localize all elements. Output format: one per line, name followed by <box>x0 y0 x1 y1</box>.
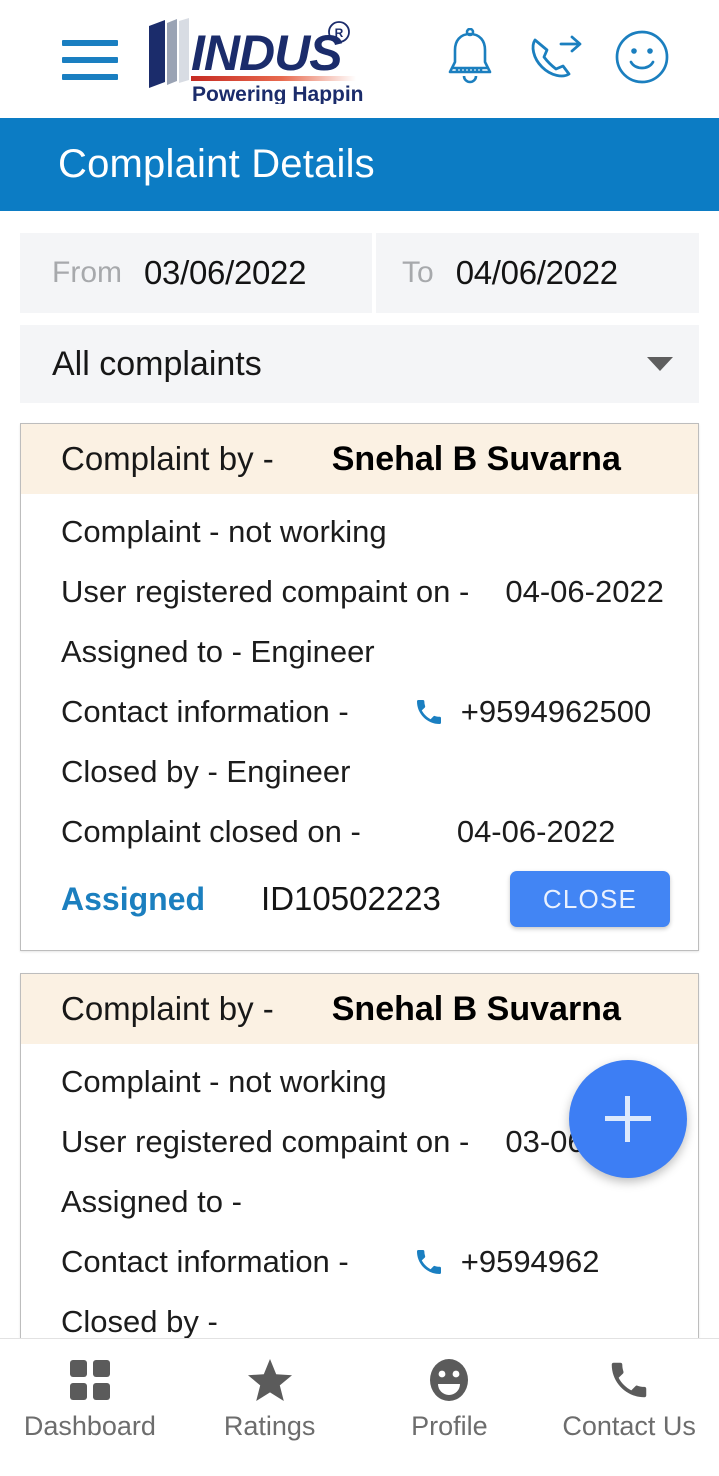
bottom-navigation: Dashboard Ratings Profile Contact Us <box>0 1338 719 1476</box>
closed-by-row: Closed by - <box>21 1292 698 1338</box>
complaint-type-row: Complaint - not working <box>21 502 698 562</box>
svg-text:Powering Happiness: Powering Happiness <box>192 83 363 104</box>
star-icon <box>246 1357 294 1403</box>
phone-icon <box>606 1357 652 1403</box>
header-icon-group <box>443 27 671 86</box>
closed-on-date: 04-06-2022 <box>456 814 616 849</box>
page-title: Complaint Details <box>58 142 375 186</box>
closed-on-label: Complaint closed on - <box>61 814 361 849</box>
add-complaint-button[interactable] <box>569 1060 687 1178</box>
date-range-row: From 03/06/2022 To 04/06/2022 <box>20 233 699 313</box>
registered-date-value: 04-06-2022 <box>505 574 664 609</box>
from-date-field[interactable]: From 03/06/2022 <box>20 233 372 313</box>
grid-icon <box>67 1357 113 1403</box>
registered-date-label: User registered compaint on - <box>61 1124 470 1159</box>
nav-item-dashboard[interactable]: Dashboard <box>0 1357 180 1442</box>
complaint-card-footer: Assigned ID10502223 CLOSE <box>21 862 698 944</box>
nav-label-dashboard: Dashboard <box>23 1411 156 1441</box>
complaint-id: ID10502223 <box>261 880 441 917</box>
to-date-field[interactable]: To 04/06/2022 <box>376 233 699 313</box>
registered-date-row: User registered compaint on - 04-06-2022 <box>21 562 698 622</box>
top-bar: INDUS R Powering Happiness <box>0 0 719 118</box>
complaint-type-label: Complaint - not working <box>61 514 387 549</box>
complaint-card-body: Complaint - not working User registered … <box>21 494 698 950</box>
svg-text:INDUS: INDUS <box>191 25 342 81</box>
complaint-by-label: Complaint by - <box>61 440 274 477</box>
chevron-down-icon[interactable] <box>647 357 673 371</box>
complaint-type-label: Complaint - not working <box>61 1064 387 1099</box>
closed-on-row: Complaint closed on - 04-06-2022 <box>21 802 698 862</box>
nav-label-contact-us: Contact Us <box>562 1411 696 1441</box>
from-date-label: From <box>52 256 122 289</box>
app-root: INDUS R Powering Happiness <box>0 0 719 1476</box>
page-title-bar: Complaint Details <box>0 118 719 211</box>
complaint-by-name: Snehal B Suvarna <box>331 439 621 478</box>
svg-text:R: R <box>335 26 344 40</box>
nav-label-ratings: Ratings <box>223 1411 316 1441</box>
phone-icon[interactable] <box>413 696 445 728</box>
to-date-label: To <box>402 256 434 289</box>
contact-info-label: Contact information - <box>61 694 349 729</box>
contact-info-row: Contact information - +9594962 <box>21 1232 698 1292</box>
complaint-list: Complaint by - Snehal B Suvarna Complain… <box>0 403 719 1338</box>
assigned-to-row: Assigned to - Engineer <box>21 622 698 682</box>
closed-by-label: Closed by - Engineer <box>61 754 351 789</box>
complaint-filter-select[interactable]: All complaints <box>20 325 699 403</box>
contact-number: +9594962500 <box>460 694 652 729</box>
indus-logo: INDUS R Powering Happiness <box>143 16 399 106</box>
phone-icon[interactable] <box>413 1246 445 1278</box>
close-button[interactable]: CLOSE <box>510 871 670 927</box>
complaint-card-header: Complaint by - Snehal B Suvarna <box>21 424 698 494</box>
status-badge[interactable]: Assigned <box>61 881 205 918</box>
complaint-card[interactable]: Complaint by - Snehal B Suvarna Complain… <box>20 423 699 951</box>
contact-number: +9594962 <box>460 1244 600 1279</box>
assigned-to-label: Assigned to - <box>61 1184 242 1219</box>
hamburger-menu-icon[interactable] <box>62 40 118 80</box>
contact-info-row: Contact information - +9594962500 <box>21 682 698 742</box>
nav-item-contact-us[interactable]: Contact Us <box>539 1357 719 1442</box>
filter-section: From 03/06/2022 To 04/06/2022 All compla… <box>0 211 719 403</box>
complaint-card-header: Complaint by - Snehal B Suvarna <box>21 974 698 1044</box>
notification-bell-icon[interactable] <box>443 27 497 86</box>
complaint-filter-value: All complaints <box>52 344 262 383</box>
plus-icon <box>605 1096 651 1142</box>
registered-date-label: User registered compaint on - <box>61 574 470 609</box>
complaint-by-name: Snehal B Suvarna <box>331 989 621 1028</box>
to-date-value: 04/06/2022 <box>455 254 618 291</box>
complaint-by-label: Complaint by - <box>61 990 274 1027</box>
assigned-to-label: Assigned to - Engineer <box>61 634 375 669</box>
call-forward-icon[interactable] <box>525 28 585 86</box>
nav-label-profile: Profile <box>411 1411 488 1441</box>
assigned-to-row: Assigned to - <box>21 1172 698 1232</box>
contact-info-label: Contact information - <box>61 1244 349 1279</box>
closed-by-label: Closed by - <box>61 1304 218 1338</box>
closed-by-row: Closed by - Engineer <box>21 742 698 802</box>
nav-item-ratings[interactable]: Ratings <box>180 1357 360 1442</box>
smiley-face-icon <box>427 1357 471 1403</box>
nav-item-profile[interactable]: Profile <box>360 1357 540 1442</box>
from-date-value: 03/06/2022 <box>144 254 307 291</box>
smiley-face-icon[interactable] <box>613 28 671 86</box>
